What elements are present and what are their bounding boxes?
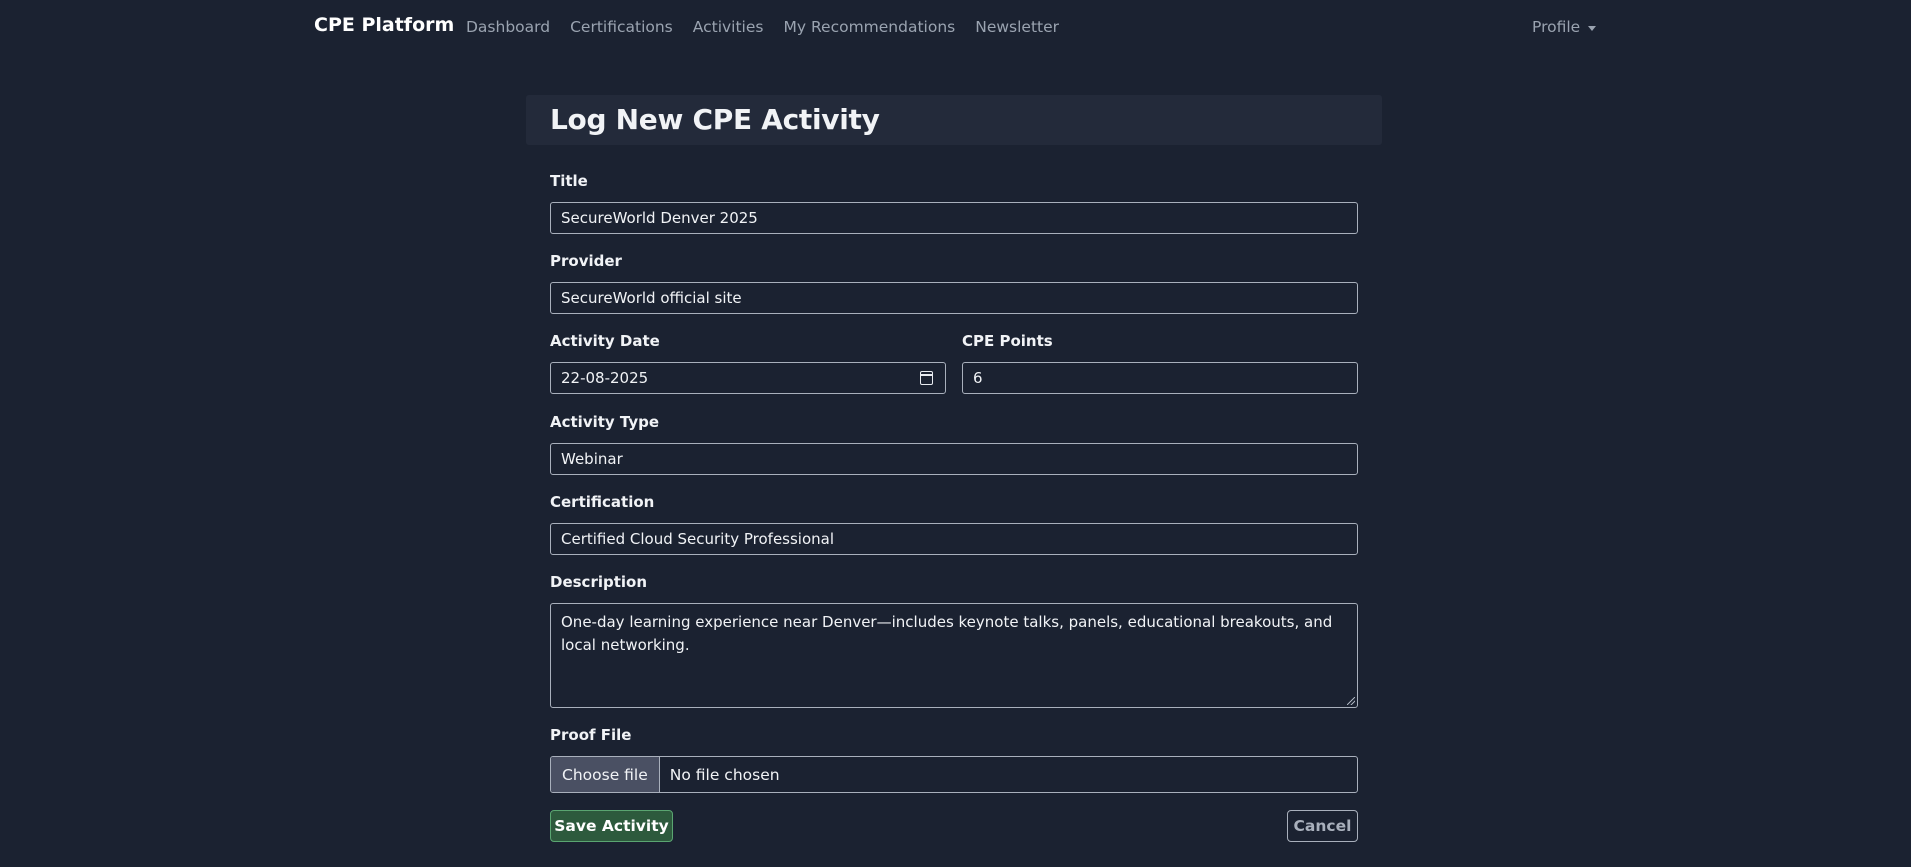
profile-label: Profile xyxy=(1532,18,1581,36)
nav-link-newsletter[interactable]: Newsletter xyxy=(975,18,1059,36)
activity-date-value: 22-08-2025 xyxy=(561,369,649,387)
nav-link-my-recommendations[interactable]: My Recommendations xyxy=(783,18,955,36)
proof-file-label: Proof File xyxy=(550,726,632,744)
page-title: Log New CPE Activity xyxy=(550,103,880,136)
title-label: Title xyxy=(550,172,588,190)
provider-input[interactable]: SecureWorld official site xyxy=(550,282,1358,314)
certification-input[interactable]: Certified Cloud Security Professional xyxy=(550,523,1358,555)
description-textarea[interactable]: One-day learning experience near Denver—… xyxy=(550,603,1358,708)
provider-label: Provider xyxy=(550,252,622,270)
calendar-icon[interactable] xyxy=(920,371,933,385)
top-navbar: CPE Platform Dashboard Certifications Ac… xyxy=(0,0,1911,54)
choose-file-button[interactable]: Choose file xyxy=(551,757,660,792)
cancel-button[interactable]: Cancel xyxy=(1287,810,1358,842)
profile-dropdown[interactable]: Profile xyxy=(1532,18,1597,36)
nav-link-activities[interactable]: Activities xyxy=(693,18,764,36)
description-label: Description xyxy=(550,573,648,591)
nav-links: Dashboard Certifications Activities My R… xyxy=(466,18,1079,36)
activity-type-label: Activity Type xyxy=(550,413,660,431)
activity-date-label: Activity Date xyxy=(550,332,660,350)
nav-link-certifications[interactable]: Certifications xyxy=(570,18,673,36)
certification-label: Certification xyxy=(550,493,655,511)
activity-type-input[interactable]: Webinar xyxy=(550,443,1358,475)
save-activity-button[interactable]: Save Activity xyxy=(550,810,673,842)
description-text: One-day learning experience near Denver—… xyxy=(561,613,1333,654)
caret-down-icon xyxy=(1588,25,1597,31)
title-input[interactable]: SecureWorld Denver 2025 xyxy=(550,202,1358,234)
cpe-points-input[interactable]: 6 xyxy=(962,362,1358,394)
proof-file-input[interactable]: Choose file No file chosen xyxy=(550,756,1358,793)
form-header: Log New CPE Activity xyxy=(526,95,1382,145)
activity-date-input[interactable]: 22-08-2025 xyxy=(550,362,946,394)
brand-logo[interactable]: CPE Platform xyxy=(314,14,454,36)
file-status-text: No file chosen xyxy=(669,765,780,784)
cpe-points-label: CPE Points xyxy=(962,332,1053,350)
nav-link-dashboard[interactable]: Dashboard xyxy=(466,18,550,36)
resize-handle-icon[interactable] xyxy=(1347,697,1355,705)
